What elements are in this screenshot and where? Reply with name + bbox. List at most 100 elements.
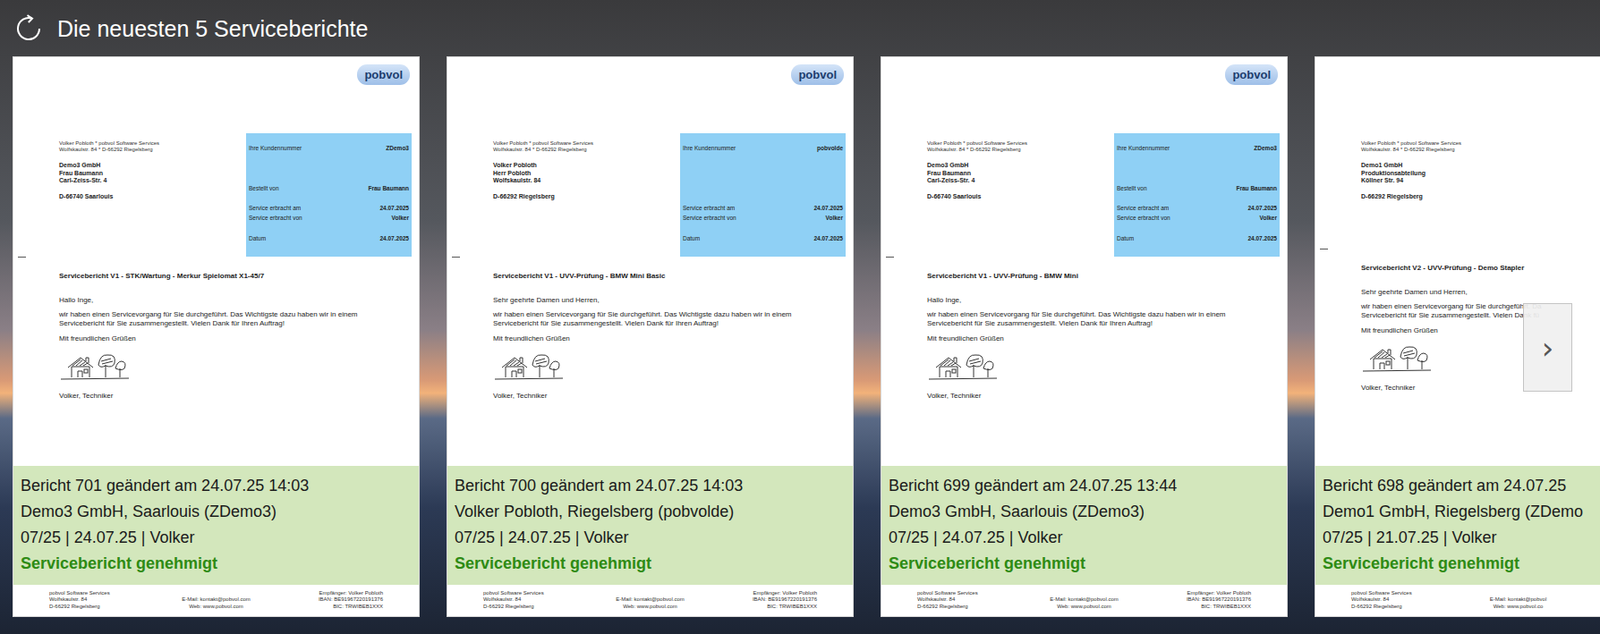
- house-sketch-icon: [493, 350, 565, 382]
- info-value: ZDemo3: [385, 143, 409, 154]
- report-summary: Bericht 698 geändert am 24.07.25Demo1 Gm…: [1315, 466, 1600, 586]
- footer-column: E-Mail: kontakt@pobvol.comWeb: www.pobvo…: [160, 596, 272, 611]
- footer-column: pobvol Software ServicesWolfskaulstr. 84…: [917, 590, 1029, 612]
- address-line: Köllner Str. 94: [1361, 177, 1462, 186]
- footer-column: Empfänger: Volker PoblothIBAN: BE9196722…: [272, 590, 383, 612]
- footer-line: pobvol Software Services: [49, 590, 161, 598]
- info-label: Ihre Kundennummer: [682, 143, 736, 154]
- footer-line: E-Mail: kontakt@pobvol.com: [160, 596, 272, 605]
- footer-line: IBAN: BE91967220191376: [706, 596, 818, 605]
- footer-line: Web: www.pobvol.com: [160, 604, 272, 612]
- report-card[interactable]: pobvol Volker Pobloth * pobvol Software S…: [12, 56, 420, 618]
- info-group: [682, 183, 843, 204]
- info-box: Ihre KundennummerZDemo3 Bestellt vonFrau …: [246, 133, 412, 257]
- body-line: Servicebericht für Sie zusammengestellt.…: [927, 319, 1278, 329]
- footer-line: D-66292 Riegelsberg: [1351, 604, 1463, 612]
- address-line: Demo3 GmbH: [59, 161, 160, 171]
- sender: Volker Pobloth * pobvol Software Service…: [59, 140, 160, 154]
- address-city: D-66740 Saarlouis: [927, 193, 1028, 202]
- info-group: Ihre KundennummerZDemo3: [248, 143, 409, 184]
- footer-column: E-Mail: kontakt@pobvolWeb: www.pobvol.co: [1462, 596, 1574, 611]
- footer-line: E-Mail: kontakt@pobvol: [1462, 596, 1574, 605]
- footer-line: D-66292 Riegelsberg: [49, 604, 161, 612]
- info-label: Service erbracht am: [1116, 203, 1169, 213]
- footer-line: Wolfskaulstr. 84: [1351, 596, 1463, 605]
- info-row: Service erbracht vonVolker: [248, 212, 409, 223]
- logo: pobvol: [791, 64, 844, 86]
- body-line: Servicebericht für Sie zusammengestellt.…: [493, 319, 844, 329]
- info-row: Service erbracht am24.07.2025: [248, 203, 409, 213]
- info-label: Datum: [682, 233, 700, 244]
- footer-column: pobvol Software ServicesWolfskaulstr. 84…: [49, 590, 161, 612]
- info-value: pobvolde: [817, 143, 843, 154]
- footer-line: IBAN: BE91967220191376: [1140, 596, 1252, 605]
- address-column: Volker Pobloth * pobvol Software Service…: [1315, 133, 1462, 249]
- report-meta: 07/25 | 21.07.25 | Volker: [1322, 525, 1600, 552]
- address-column: Volker Pobloth * pobvol Software Service…: [447, 133, 594, 257]
- closing: Mit freundlichen Grüßen: [493, 334, 844, 344]
- logo: pobvol: [357, 64, 410, 86]
- report-card[interactable]: pobvol Volker Pobloth * pobvol Software S…: [446, 56, 854, 618]
- report-customer: Demo3 GmbH, Saarlouis (ZDemo3): [20, 499, 412, 526]
- document-footer: pobvol Software ServicesWolfskaulstr. 84…: [447, 585, 853, 618]
- info-label: Datum: [1116, 233, 1134, 244]
- footer-line: E-Mail: kontakt@pobvol.com: [1028, 596, 1140, 605]
- footer-column: pobvol Software ServicesWolfskaulstr. 84…: [483, 590, 595, 612]
- report-card[interactable]: pobvol Volker Pobloth * pobvol Software S…: [880, 56, 1288, 618]
- report-summary: Bericht 700 geändert am 24.07.25 14:03Vo…: [447, 466, 853, 586]
- info-row: Datum24.07.2025: [682, 233, 843, 244]
- logo-row: pobvol: [447, 57, 853, 86]
- refresh-icon[interactable]: [12, 12, 45, 45]
- info-row: Ihre KundennummerZDemo3: [248, 143, 409, 154]
- sender: Volker Pobloth * pobvol Software Service…: [927, 140, 1028, 154]
- address: Demo1 GmbHProduktionsabteilungKöllner St…: [1361, 161, 1462, 186]
- info-row: Service erbracht am24.07.2025: [1116, 203, 1277, 213]
- info-label: Service erbracht am: [682, 203, 735, 213]
- signature-name: Volker, Techniker: [927, 391, 1278, 401]
- address: Volker PoblothHerr PoblothWolfskaulstr. …: [493, 161, 594, 186]
- logo-row: pobvol: [13, 57, 419, 86]
- info-value: Frau Baumann: [1235, 183, 1277, 194]
- info-group: Service erbracht am24.07.2025Service erb…: [682, 203, 843, 234]
- info-label: Service erbracht am: [248, 203, 301, 213]
- address-column: Volker Pobloth * pobvol Software Service…: [13, 133, 160, 257]
- greeting: Hallo Inge,: [927, 296, 1278, 306]
- info-row: Bestellt vonFrau Baumann: [248, 183, 409, 194]
- document-footer: pobvol Software ServicesWolfskaulstr. 84…: [1315, 585, 1600, 618]
- next-button[interactable]: ›: [1523, 303, 1573, 392]
- subject: Servicebericht V1 - UVV-Prüfung - BMW Mi…: [493, 272, 844, 281]
- address-city: D-66292 Riegelsberg: [1361, 193, 1462, 202]
- info-group: Datum24.07.2025: [682, 233, 843, 254]
- footer-line: Wolfskaulstr. 84: [483, 596, 595, 605]
- report-customer: Demo1 GmbH, Riegelsberg (ZDemo: [1322, 499, 1600, 526]
- address-city: D-66292 Riegelsberg: [493, 193, 594, 202]
- footer-column: E-Mail: kontakt@pobvol.comWeb: www.pobvo…: [594, 596, 706, 611]
- document-footer: pobvol Software ServicesWolfskaulstr. 84…: [13, 585, 419, 618]
- footer-line: Empfänger: Volker Pobloth: [1140, 590, 1252, 598]
- footer-line: BIC: TRWIBEB1XXX: [1140, 604, 1252, 612]
- logo-row: pobvol: [881, 57, 1287, 86]
- report-meta: 07/25 | 24.07.25 | Volker: [20, 525, 412, 552]
- document-head: Volker Pobloth * pobvol Software Service…: [1315, 133, 1600, 249]
- footer-line: Wolfskaulstr. 84: [49, 596, 161, 605]
- report-status: Servicebericht genehmigt: [1322, 551, 1600, 578]
- info-value: 24.07.2025: [379, 233, 409, 244]
- address-line: Herr Pobloth: [493, 170, 594, 179]
- document-preview: pobvol Volker Pobloth * pobvol Software S…: [881, 57, 1287, 401]
- info-label: Bestellt von: [248, 183, 280, 194]
- info-value: 24.07.2025: [813, 203, 843, 213]
- document-footer: pobvol Software ServicesWolfskaulstr. 84…: [881, 585, 1287, 618]
- sender: Volker Pobloth * pobvol Software Service…: [1361, 140, 1462, 154]
- info-value: Volker: [391, 212, 409, 223]
- house-sketch-icon: [1361, 342, 1433, 374]
- report-title: Bericht 699 geändert am 24.07.25 13:44: [888, 473, 1280, 500]
- address-line: Frau Baumann: [927, 170, 1028, 179]
- letter-text: Servicebericht V1 - UVV-Prüfung - BMW Mi…: [447, 272, 853, 401]
- letter-text: Servicebericht V1 - STK/Wartung - Merkur…: [13, 272, 419, 401]
- report-customer: Demo3 GmbH, Saarlouis (ZDemo3): [888, 499, 1280, 526]
- subject: Servicebericht V1 - STK/Wartung - Merkur…: [59, 272, 410, 281]
- sender-line: Wolfskaulstr. 84 * D-66292 Riegelsberg: [927, 146, 1028, 154]
- info-box: Ihre KundennummerZDemo3Bestellt vonFrau …: [1114, 133, 1280, 257]
- address-column: Volker Pobloth * pobvol Software Service…: [881, 133, 1028, 257]
- letter-text: Servicebericht V1 - UVV-Prüfung - BMW Mi…: [881, 272, 1287, 401]
